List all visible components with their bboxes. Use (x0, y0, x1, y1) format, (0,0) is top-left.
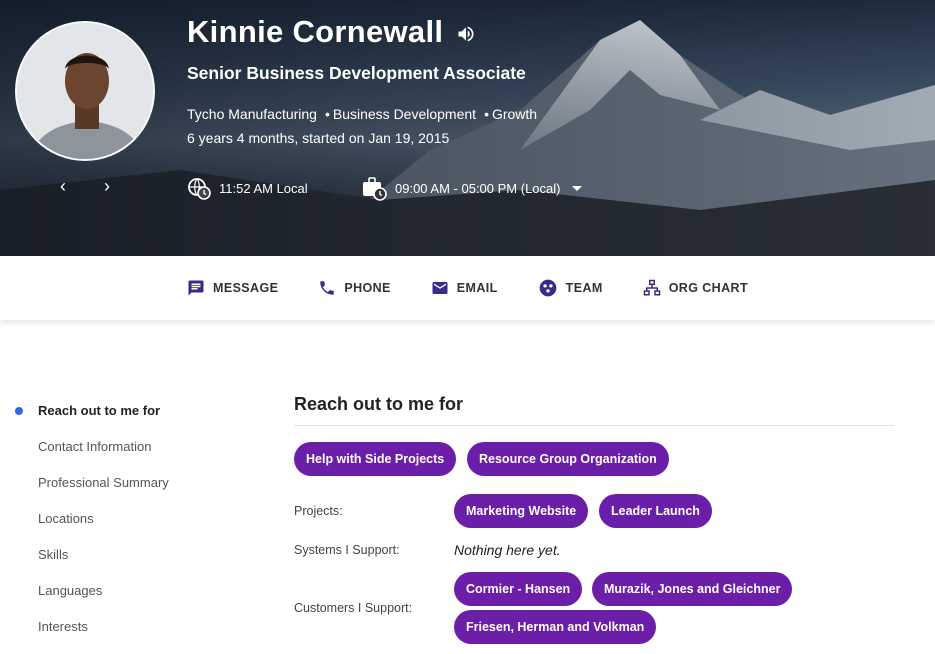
local-time: 11:52 AM Local (187, 176, 308, 200)
reach-chip[interactable]: Help with Side Projects (294, 442, 457, 476)
tenure-text: 6 years 4 months, started on Jan 19, 201… (187, 130, 450, 146)
section-divider (294, 425, 894, 426)
avatar-photo (17, 23, 153, 159)
project-chip[interactable]: Leader Launch (599, 494, 712, 528)
active-indicator (15, 407, 23, 415)
phone-button[interactable]: PHONE (318, 279, 390, 297)
customer-chip[interactable]: Friesen, Herman and Volkman (454, 610, 657, 644)
action-bar: MESSAGE PHONE EMAIL TEAM ORG CHART (0, 256, 935, 320)
previous-arrow-icon[interactable]: ‹ (53, 176, 73, 196)
email-icon (432, 282, 448, 294)
systems-label: Systems I Support: (294, 543, 400, 557)
company-name: Tycho Manufacturing (187, 106, 317, 122)
project-chip[interactable]: Marketing Website (454, 494, 589, 528)
team-button[interactable]: TEAM (538, 278, 603, 298)
working-hours-dropdown[interactable]: 09:00 AM - 05:00 PM (Local) (361, 176, 583, 201)
section-title: Reach out to me for (294, 394, 464, 414)
message-icon (188, 280, 204, 296)
profile-name: Kinnie Cornewall (187, 14, 444, 49)
nav-item-professional-summary[interactable]: Professional Summary (0, 468, 260, 504)
globe-clock-icon (188, 178, 211, 200)
customers-label: Customers I Support: (294, 601, 413, 615)
systems-empty-text: Nothing here yet. (454, 542, 561, 558)
org-chart-button[interactable]: ORG CHART (643, 279, 748, 297)
reach-chip[interactable]: Resource Group Organization (467, 442, 669, 476)
message-button[interactable]: MESSAGE (187, 279, 278, 297)
nav-item-languages[interactable]: Languages (0, 576, 260, 612)
customer-chip[interactable]: Murazik, Jones and Gleichner (592, 572, 793, 606)
nav-item-contact-information[interactable]: Contact Information (0, 432, 260, 468)
department-name: Business Development (332, 106, 477, 122)
nav-item-reach-out[interactable]: Reach out to me for (0, 396, 260, 432)
org-info: Tycho Manufacturing • Business Development… (187, 106, 538, 122)
nav-item-interests[interactable]: Interests (0, 612, 260, 648)
nav-item-skills[interactable]: Skills (0, 540, 260, 576)
next-arrow-icon[interactable]: › (97, 176, 117, 196)
group-name: Growth (491, 106, 538, 122)
local-time-text: 11:52 AM Local (219, 180, 308, 196)
speaker-icon[interactable] (456, 24, 476, 44)
working-hours-text: 09:00 AM - 05:00 PM (Local) (395, 180, 561, 196)
customer-chip[interactable]: Cormier - Hansen (454, 572, 583, 606)
briefcase-clock-icon (363, 177, 387, 201)
team-icon (539, 279, 557, 297)
email-button[interactable]: EMAIL (431, 279, 498, 297)
avatar (15, 21, 155, 161)
nav-item-locations[interactable]: Locations (0, 504, 260, 540)
section-nav: Reach out to me for Contact Information … (0, 396, 260, 648)
chevron-down-icon (572, 185, 583, 191)
org-chart-icon (643, 279, 660, 296)
job-title: Senior Business Development Associate (187, 63, 526, 83)
phone-icon (320, 281, 335, 295)
projects-label: Projects: (294, 504, 343, 518)
